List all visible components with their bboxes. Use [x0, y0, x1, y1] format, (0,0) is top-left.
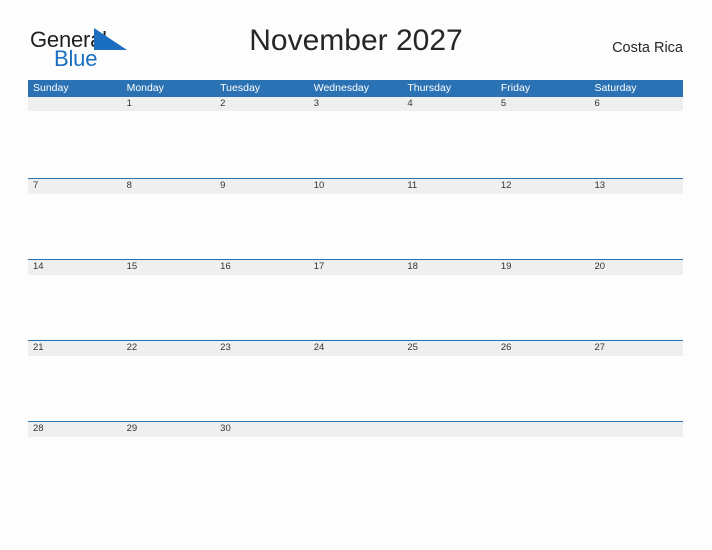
locale-label: Costa Rica: [612, 40, 683, 56]
day-cell[interactable]: 7: [28, 179, 122, 194]
week-notes-area[interactable]: [28, 356, 683, 422]
day-cell[interactable]: 5: [496, 97, 590, 111]
day-cell[interactable]: 20: [589, 260, 683, 275]
day-cell[interactable]: 29: [122, 422, 216, 437]
day-cell[interactable]: [309, 422, 403, 437]
day-cell[interactable]: 8: [122, 179, 216, 194]
week-date-strip: 14 15 16 17 18 19 20: [28, 259, 683, 275]
day-cell[interactable]: 11: [402, 179, 496, 194]
day-cell[interactable]: 30: [215, 422, 309, 437]
week-row: 1 2 3 4 5 6: [28, 97, 683, 178]
day-cell[interactable]: 27: [589, 341, 683, 356]
day-cell[interactable]: 9: [215, 179, 309, 194]
day-cell[interactable]: 24: [309, 341, 403, 356]
weekday-header-wednesday: Wednesday: [313, 82, 369, 94]
day-cell[interactable]: 3: [309, 97, 403, 111]
day-cell[interactable]: 25: [402, 341, 496, 356]
week-notes-area[interactable]: [28, 275, 683, 341]
day-cell[interactable]: 22: [122, 341, 216, 356]
week-row: 14 15 16 17 18 19 20: [28, 259, 683, 341]
day-cell[interactable]: 19: [496, 260, 590, 275]
day-cell[interactable]: 13: [589, 179, 683, 194]
day-cell[interactable]: 16: [215, 260, 309, 275]
day-cell[interactable]: 21: [28, 341, 122, 356]
day-cell[interactable]: 14: [28, 260, 122, 275]
week-row: 21 22 23 24 25 26 27: [28, 340, 683, 422]
day-cell[interactable]: 23: [215, 341, 309, 356]
week-row: 28 29 30: [28, 421, 683, 442]
day-cell[interactable]: 2: [215, 97, 309, 111]
weekday-header-row: Sunday Monday Tuesday Wednesday Thursday…: [28, 80, 683, 97]
week-notes-area[interactable]: [28, 111, 683, 177]
day-cell[interactable]: 10: [309, 179, 403, 194]
day-cell[interactable]: 26: [496, 341, 590, 356]
day-cell[interactable]: 15: [122, 260, 216, 275]
weekday-header-thursday: Thursday: [407, 82, 452, 94]
week-date-strip: 28 29 30: [28, 421, 683, 437]
day-cell[interactable]: 1: [122, 97, 216, 111]
day-cell[interactable]: [402, 422, 496, 437]
day-cell[interactable]: 4: [402, 97, 496, 111]
day-cell[interactable]: 28: [28, 422, 122, 437]
week-date-strip: 7 8 9 10 11 12 13: [28, 178, 683, 194]
week-date-strip: 1 2 3 4 5 6: [28, 97, 683, 111]
day-cell[interactable]: [589, 422, 683, 437]
day-cell[interactable]: 6: [589, 97, 683, 111]
weekday-header-tuesday: Tuesday: [220, 82, 261, 94]
day-cell[interactable]: [496, 422, 590, 437]
weekday-header-friday: Friday: [500, 82, 531, 94]
calendar-grid: Sunday Monday Tuesday Wednesday Thursday…: [28, 80, 683, 442]
week-row: 7 8 9 10 11 12 13: [28, 178, 683, 260]
day-cell[interactable]: 12: [496, 179, 590, 194]
day-cell[interactable]: [28, 97, 122, 111]
page-title: November 2027: [249, 24, 463, 57]
week-date-strip: 21 22 23 24 25 26 27: [28, 340, 683, 356]
weekday-header-sunday: Sunday: [33, 82, 69, 94]
day-cell[interactable]: 18: [402, 260, 496, 275]
week-notes-area[interactable]: [28, 437, 683, 442]
page-header: General Blue November 2027 Costa Rica: [0, 0, 712, 71]
day-cell[interactable]: 17: [309, 260, 403, 275]
weekday-header-monday: Monday: [126, 82, 164, 94]
week-notes-area[interactable]: [28, 194, 683, 260]
weekday-header-saturday: Saturday: [594, 82, 637, 94]
